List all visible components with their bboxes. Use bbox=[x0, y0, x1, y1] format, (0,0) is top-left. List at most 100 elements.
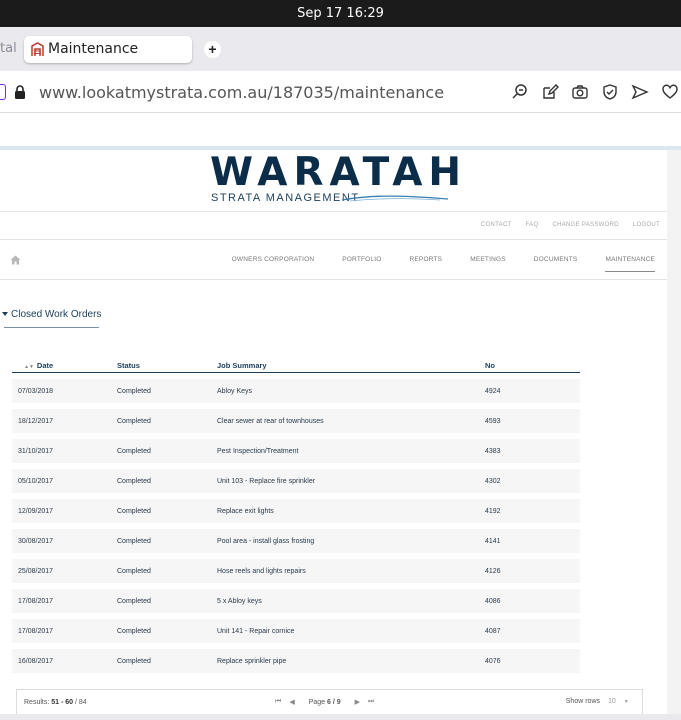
table-row[interactable]: 07/03/2018 Completed Abloy Keys 4924 bbox=[12, 379, 580, 403]
cell-number: 4076 bbox=[485, 649, 580, 673]
url-field[interactable]: www.lookatmystrata.com.au/187035/mainten… bbox=[39, 83, 444, 102]
table-row[interactable]: 17/08/2017 Completed 5 x Abloy keys 4086 bbox=[12, 589, 580, 613]
url-path: /187035/maintenance bbox=[267, 83, 445, 102]
cell-job-summary: Pool area - install glass frosting bbox=[217, 529, 485, 553]
util-link-contact[interactable]: CONTACT bbox=[481, 222, 512, 228]
table-row[interactable]: 17/08/2017 Completed Unit 141 - Repair cor… bbox=[12, 619, 580, 643]
screenshot-icon[interactable] bbox=[571, 83, 589, 101]
nav-documents[interactable]: DOCUMENTS bbox=[534, 256, 578, 272]
container-tab-icon[interactable] bbox=[0, 84, 6, 100]
pagination-bar: Results: 51 - 60 / 84 ⏮ ◀ Page 6 / 9 ▶ ⏭… bbox=[16, 689, 643, 716]
column-header-no[interactable]: No bbox=[485, 361, 580, 373]
utility-nav: CONTACT FAQ CHANGE PASSWORD LOGOUT bbox=[467, 222, 660, 228]
cell-date: 30/08/2017 bbox=[12, 529, 117, 553]
nav-owners-corporation[interactable]: OWNERS CORPORATION bbox=[232, 256, 315, 272]
cell-status: Completed bbox=[117, 649, 217, 673]
cell-status: Completed bbox=[117, 559, 217, 583]
util-link-change-password[interactable]: CHANGE PASSWORD bbox=[552, 222, 618, 228]
cell-status: Completed bbox=[117, 439, 217, 463]
table-row[interactable]: 12/09/2017 Completed Replace exit lights 41… bbox=[12, 499, 580, 523]
rows-per-page-value: 10 bbox=[608, 698, 616, 705]
previous-tab[interactable]: tal bbox=[0, 41, 17, 56]
tab-maintenance[interactable]: Maintenance bbox=[24, 36, 192, 63]
cell-number: 4086 bbox=[485, 589, 580, 613]
nav-meetings[interactable]: MEETINGS bbox=[470, 256, 506, 272]
page-label: Page bbox=[308, 698, 326, 706]
shield-icon[interactable] bbox=[601, 83, 619, 101]
lock-icon[interactable] bbox=[14, 85, 26, 99]
logo-wave-icon bbox=[341, 195, 449, 202]
show-rows-control: Show rows 10 ▼ bbox=[566, 698, 636, 705]
next-page-icon[interactable]: ▶ bbox=[355, 698, 360, 706]
cell-status: Completed bbox=[117, 409, 217, 433]
cell-date: 05/10/2017 bbox=[12, 469, 117, 493]
work-orders-table: ▲▼ Date Status Job Summary No 07/03/2018 C… bbox=[12, 355, 580, 679]
cell-job-summary: Unit 141 - Repair cornice bbox=[217, 619, 485, 643]
table-header-row: ▲▼ Date Status Job Summary No bbox=[12, 361, 580, 373]
table-row[interactable]: 25/08/2017 Completed Hose reels and lights… bbox=[12, 559, 580, 583]
results-summary: Results: 51 - 60 / 84 bbox=[24, 699, 87, 706]
closed-work-orders-toggle[interactable]: Closed Work Orders bbox=[2, 309, 101, 320]
nav-reports[interactable]: REPORTS bbox=[410, 256, 443, 272]
cell-job-summary: Abloy Keys bbox=[217, 379, 485, 403]
cell-number: 4593 bbox=[485, 409, 580, 433]
cell-date: 25/08/2017 bbox=[12, 559, 117, 583]
first-page-icon[interactable]: ⏮ bbox=[275, 698, 281, 706]
cell-job-summary: Replace sprinkler pipe bbox=[217, 649, 485, 673]
sort-icon: ▲▼ bbox=[24, 364, 34, 370]
zoom-out-icon[interactable] bbox=[511, 83, 529, 101]
utility-divider bbox=[0, 239, 667, 240]
column-header-status[interactable]: Status bbox=[117, 361, 217, 373]
cell-number: 4087 bbox=[485, 619, 580, 643]
cell-number: 4126 bbox=[485, 559, 580, 583]
edit-icon[interactable] bbox=[541, 83, 559, 101]
new-tab-button[interactable]: + bbox=[204, 41, 221, 58]
column-header-date[interactable]: ▲▼ Date bbox=[12, 361, 117, 373]
cell-status: Completed bbox=[117, 469, 217, 493]
column-header-job-summary[interactable]: Job Summary bbox=[217, 361, 485, 373]
caret-down-icon bbox=[2, 312, 8, 317]
cell-job-summary: Clear sewer at rear of townhouses bbox=[217, 409, 485, 433]
section-underline bbox=[4, 327, 99, 328]
window-bottom-edge bbox=[0, 714, 681, 720]
cell-date: 12/09/2017 bbox=[12, 499, 117, 523]
table-row[interactable]: 31/10/2017 Completed Pest Inspection/Treat… bbox=[12, 439, 580, 463]
last-page-icon[interactable]: ⏭ bbox=[368, 698, 374, 706]
util-link-faq[interactable]: FAQ bbox=[526, 222, 539, 228]
cell-number: 4383 bbox=[485, 439, 580, 463]
page-indicator: Page 6 / 9 bbox=[309, 699, 341, 706]
browser-tab-strip: tal Maintenance + bbox=[0, 27, 681, 71]
table-row[interactable]: 18/12/2017 Completed Clear sewer at rear o… bbox=[12, 409, 580, 433]
table-row[interactable]: 16/08/2017 Completed Replace sprinkler pip… bbox=[12, 649, 580, 673]
address-bar: www.lookatmystrata.com.au/187035/mainten… bbox=[0, 71, 681, 113]
address-bar-actions bbox=[511, 83, 679, 101]
rows-per-page-select[interactable]: 10 ▼ bbox=[608, 698, 636, 705]
table-row[interactable]: 30/08/2017 Completed Pool area - install g… bbox=[12, 529, 580, 553]
cell-status: Completed bbox=[117, 589, 217, 613]
main-nav: OWNERS CORPORATION PORTFOLIO REPORTS MEE… bbox=[204, 256, 655, 272]
strata-site: WARATAH STRATA MANAGEMENT CONTACT FAQ CH… bbox=[0, 150, 667, 720]
heart-icon[interactable] bbox=[661, 83, 679, 101]
send-icon[interactable] bbox=[631, 83, 649, 101]
chevron-down-icon: ▼ bbox=[623, 699, 629, 705]
previous-page-icon[interactable]: ◀ bbox=[289, 698, 294, 706]
cell-job-summary: 5 x Abloy keys bbox=[217, 589, 485, 613]
cell-status: Completed bbox=[117, 529, 217, 553]
cell-number: 4141 bbox=[485, 529, 580, 553]
results-label: Results: bbox=[24, 699, 50, 706]
home-icon[interactable] bbox=[10, 255, 21, 265]
brand-logo-subtitle: STRATA MANAGEMENT bbox=[211, 192, 360, 204]
cell-date: 17/08/2017 bbox=[12, 619, 117, 643]
cell-job-summary: Pest Inspection/Treatment bbox=[217, 439, 485, 463]
page-value: 6 / 9 bbox=[327, 698, 341, 706]
cell-number: 4924 bbox=[485, 379, 580, 403]
section-title: Closed Work Orders bbox=[11, 309, 102, 320]
cell-date: 16/08/2017 bbox=[12, 649, 117, 673]
nav-portfolio[interactable]: PORTFOLIO bbox=[342, 256, 381, 272]
brand-logo-word[interactable]: WARATAH bbox=[210, 150, 467, 195]
table-row[interactable]: 05/10/2017 Completed Unit 103 - Replace fi… bbox=[12, 469, 580, 493]
system-clock[interactable]: Sep 17 16:29 bbox=[297, 6, 384, 21]
nav-maintenance[interactable]: MAINTENANCE bbox=[605, 256, 655, 272]
util-link-logout[interactable]: LOGOUT bbox=[633, 222, 660, 228]
cell-job-summary: Hose reels and lights repairs bbox=[217, 559, 485, 583]
